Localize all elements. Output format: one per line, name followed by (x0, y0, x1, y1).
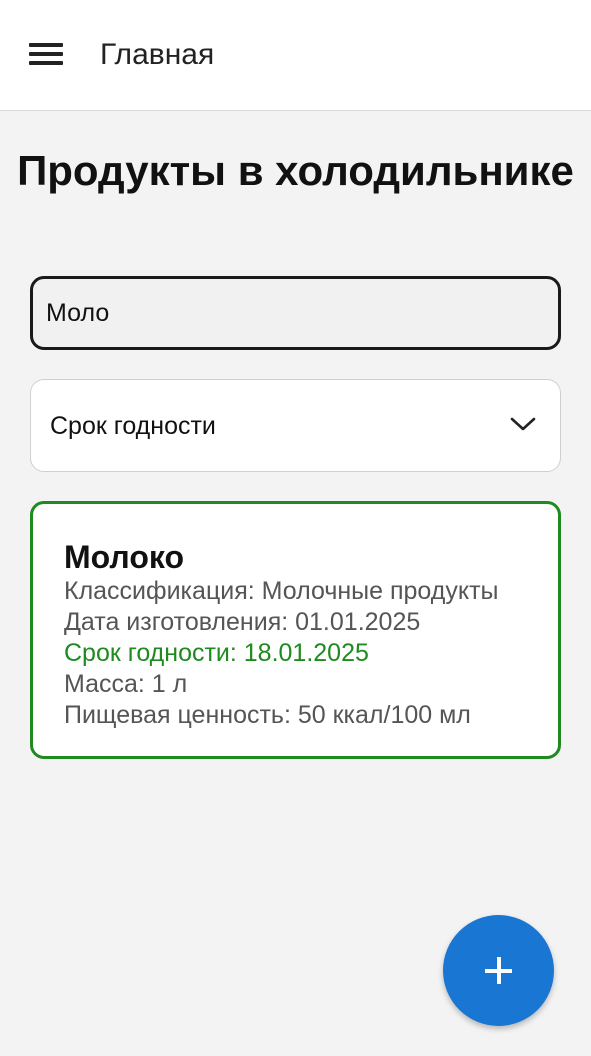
product-name: Молоко (64, 539, 184, 575)
product-card[interactable]: Молоко Классификация: Молочные продукты … (30, 501, 561, 759)
product-classification: Классификация: Молочные продукты (64, 577, 499, 605)
add-product-button[interactable] (443, 915, 554, 1026)
product-expiry-date: Срок годности: 18.01.2025 (64, 639, 369, 667)
sort-selected-label: Срок годности (50, 412, 216, 440)
chevron-down-icon (510, 417, 536, 431)
search-input[interactable] (46, 279, 541, 347)
product-mass: Масса: 1 л (64, 670, 188, 698)
app-bar: Главная (0, 0, 591, 111)
hamburger-menu-icon[interactable] (22, 33, 70, 75)
page-title: Продукты в холодильнике (17, 147, 574, 194)
app-bar-title: Главная (100, 38, 215, 71)
product-nutrition: Пищевая ценность: 50 ккал/100 мл (64, 701, 471, 729)
search-field[interactable] (30, 276, 561, 350)
sort-select[interactable]: Срок годности (30, 379, 561, 472)
product-manufacture-date: Дата изготовления: 01.01.2025 (64, 608, 421, 636)
